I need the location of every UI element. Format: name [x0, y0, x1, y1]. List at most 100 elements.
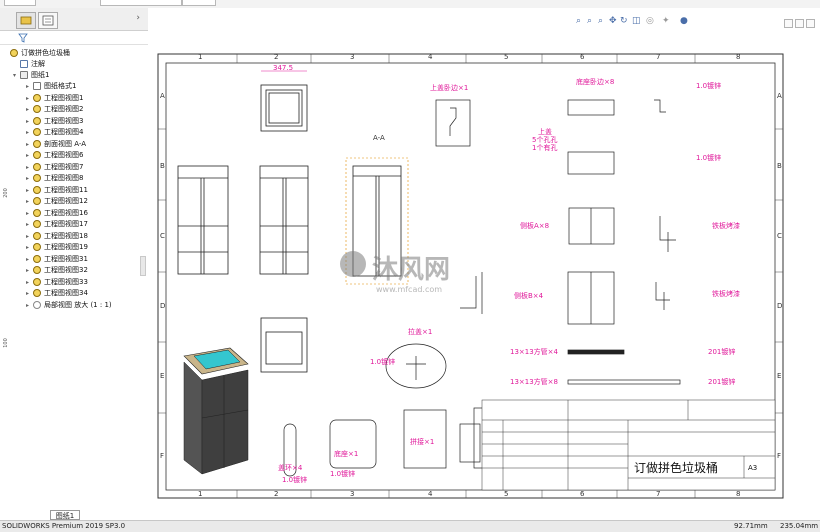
- expand-arrow-icon[interactable]: ▸: [26, 242, 33, 253]
- tree-item[interactable]: ▸ 工程图视图34: [26, 288, 88, 299]
- expand-arrow-icon[interactable]: ▸: [26, 196, 33, 207]
- tree-item-label: 工程图视图31: [44, 254, 88, 263]
- tree-sheet-label: 图纸1: [31, 71, 50, 79]
- zone-label-side: B: [160, 162, 165, 170]
- tree-item[interactable]: ▸ 工程图视图17: [26, 219, 88, 230]
- document-tab[interactable]: [100, 0, 182, 6]
- document-tab[interactable]: [4, 0, 36, 6]
- tree-item-label: 工程图视图18: [44, 231, 88, 240]
- status-app-name: SOLIDWORKS Premium 2019 SP3.0: [2, 522, 126, 530]
- note-steel-1: 1.0镀锌: [696, 81, 721, 90]
- tree-item-label: 工程图视图2: [44, 105, 84, 113]
- filter-icon[interactable]: [18, 33, 28, 43]
- expand-chevron-icon[interactable]: ›: [136, 13, 140, 23]
- tree-item[interactable]: ▸ 局部视图 放大 (1 : 1): [26, 300, 112, 311]
- drawing-view-icon: [33, 93, 41, 102]
- document-tab[interactable]: [182, 0, 216, 6]
- tree-item[interactable]: ▸ 工程图视图18: [26, 231, 88, 242]
- watermark-url: www.mfcad.com: [376, 285, 442, 294]
- expand-arrow-icon[interactable]: ▸: [26, 162, 33, 173]
- tree-item[interactable]: ▸ 工程图视图32: [26, 265, 88, 276]
- expand-arrow-icon[interactable]: ▸: [26, 81, 33, 92]
- sheet-icon: [20, 71, 28, 79]
- filter-bar: [0, 31, 148, 45]
- hide-show-icon[interactable]: ✦: [662, 16, 672, 26]
- ruler-label: 200: [2, 188, 9, 198]
- tree-item[interactable]: ▸ 工程图视图11: [26, 185, 88, 196]
- top-toolbar-strip: [0, 0, 820, 8]
- tree-item[interactable]: ▸ 工程图视图16: [26, 208, 88, 219]
- note-frame: 拼接×1: [410, 437, 434, 446]
- expand-arrow-icon[interactable]: ▸: [26, 265, 33, 276]
- tree-item[interactable]: ▸ 工程图视图19: [26, 242, 88, 253]
- expand-arrow-icon[interactable]: ▸: [26, 185, 33, 196]
- drawing-canvas[interactable]: 1122334455667788AABBCCDDEEFF A-A 347.5 沐…: [148, 8, 820, 510]
- tree-sheet[interactable]: ▾ 图纸1: [13, 70, 49, 81]
- minimize-button[interactable]: [784, 19, 793, 28]
- note-steel-5: 1.0镀锌: [282, 475, 307, 484]
- note-steel-3: 1.0镀锌: [370, 357, 395, 366]
- panel-splitter-handle[interactable]: [140, 256, 146, 276]
- sheet-tab[interactable]: 图纸1: [50, 510, 80, 520]
- tree-item[interactable]: ▸ 工程图视图7: [26, 162, 83, 173]
- zoom-in-icon[interactable]: ⌕: [598, 16, 608, 26]
- expand-arrow-icon[interactable]: ▸: [26, 254, 33, 265]
- feature-tree-icon: [20, 16, 32, 25]
- expand-arrow-icon[interactable]: ▸: [26, 173, 33, 184]
- tree-annotations-label: 注解: [31, 60, 45, 68]
- tree-item[interactable]: ▸ 剖面视图 A-A: [26, 139, 86, 150]
- close-button[interactable]: [806, 19, 815, 28]
- tree-item[interactable]: ▸ 工程图视图1: [26, 93, 83, 104]
- tree-item[interactable]: ▸ 图纸格式1: [26, 81, 76, 92]
- feature-manager-tab[interactable]: [16, 12, 36, 29]
- tree-item-label: 工程图视图4: [44, 128, 84, 136]
- tree-item[interactable]: ▸ 工程图视图6: [26, 150, 83, 161]
- zoom-to-fit-icon[interactable]: ⌕: [576, 16, 586, 26]
- expand-arrow-icon[interactable]: ▸: [26, 150, 33, 161]
- expand-arrow-icon[interactable]: ▸: [26, 127, 33, 138]
- tree-item[interactable]: ▸ 工程图视图33: [26, 277, 88, 288]
- tree-item[interactable]: ▸ 工程图视图31: [26, 254, 88, 265]
- tree-item[interactable]: ▸ 工程图视图2: [26, 104, 83, 115]
- zoom-area-icon[interactable]: ⌕: [587, 16, 597, 26]
- note-top-lid-3: 1个有孔: [532, 143, 557, 152]
- note-iron-1: 铁板烤漆: [712, 221, 740, 230]
- tree-root[interactable]: 订做拼色垃圾桶: [10, 48, 70, 59]
- expand-arrow-icon[interactable]: ▸: [26, 93, 33, 104]
- sheet-format-icon: [33, 82, 41, 90]
- collapse-arrow-icon[interactable]: ▾: [13, 70, 20, 81]
- expand-arrow-icon[interactable]: ▸: [26, 288, 33, 299]
- drawing-view-icon: [33, 277, 41, 286]
- display-style-icon[interactable]: ◎: [646, 16, 656, 26]
- expand-arrow-icon[interactable]: ▸: [26, 104, 33, 115]
- expand-arrow-icon[interactable]: ▸: [26, 300, 33, 311]
- tree-item[interactable]: ▸ 工程图视图12: [26, 196, 88, 207]
- tree-item[interactable]: ▸ 工程图视图3: [26, 116, 83, 127]
- drawing-view-icon: [33, 243, 41, 251]
- restore-button[interactable]: [795, 19, 804, 28]
- expand-arrow-icon[interactable]: ▸: [26, 231, 33, 242]
- status-y-coordinate: 235.04mm: [780, 522, 819, 530]
- zone-label-top: 7: [656, 490, 660, 498]
- note-bottom: 底座×1: [334, 449, 358, 458]
- view-orientation-icon[interactable]: ◫: [632, 16, 642, 26]
- tree-item-label: 图纸格式1: [44, 82, 77, 90]
- pan-icon[interactable]: ✥: [609, 16, 619, 26]
- zone-label-side: E: [777, 372, 781, 380]
- expand-arrow-icon[interactable]: ▸: [26, 208, 33, 219]
- expand-arrow-icon[interactable]: ▸: [26, 219, 33, 230]
- expand-arrow-icon[interactable]: ▸: [26, 116, 33, 127]
- appearance-icon[interactable]: ●: [680, 16, 690, 26]
- expand-arrow-icon[interactable]: ▸: [26, 277, 33, 288]
- zone-label-side: E: [160, 372, 164, 380]
- tree-item[interactable]: ▸ 工程图视图4: [26, 127, 83, 138]
- note-side-a: 侧板A×8: [520, 221, 549, 230]
- note-hanger: 拉盖×1: [408, 327, 432, 336]
- note-steel-4: 1.0镀锌: [330, 469, 355, 478]
- rotate-icon[interactable]: ↻: [620, 16, 630, 26]
- tree-annotations[interactable]: 注解: [20, 59, 45, 70]
- tree-item[interactable]: ▸ 工程图视图8: [26, 173, 83, 184]
- tree-item-label: 工程图视图6: [44, 151, 84, 159]
- expand-arrow-icon[interactable]: ▸: [26, 139, 33, 150]
- property-manager-tab[interactable]: [38, 12, 58, 29]
